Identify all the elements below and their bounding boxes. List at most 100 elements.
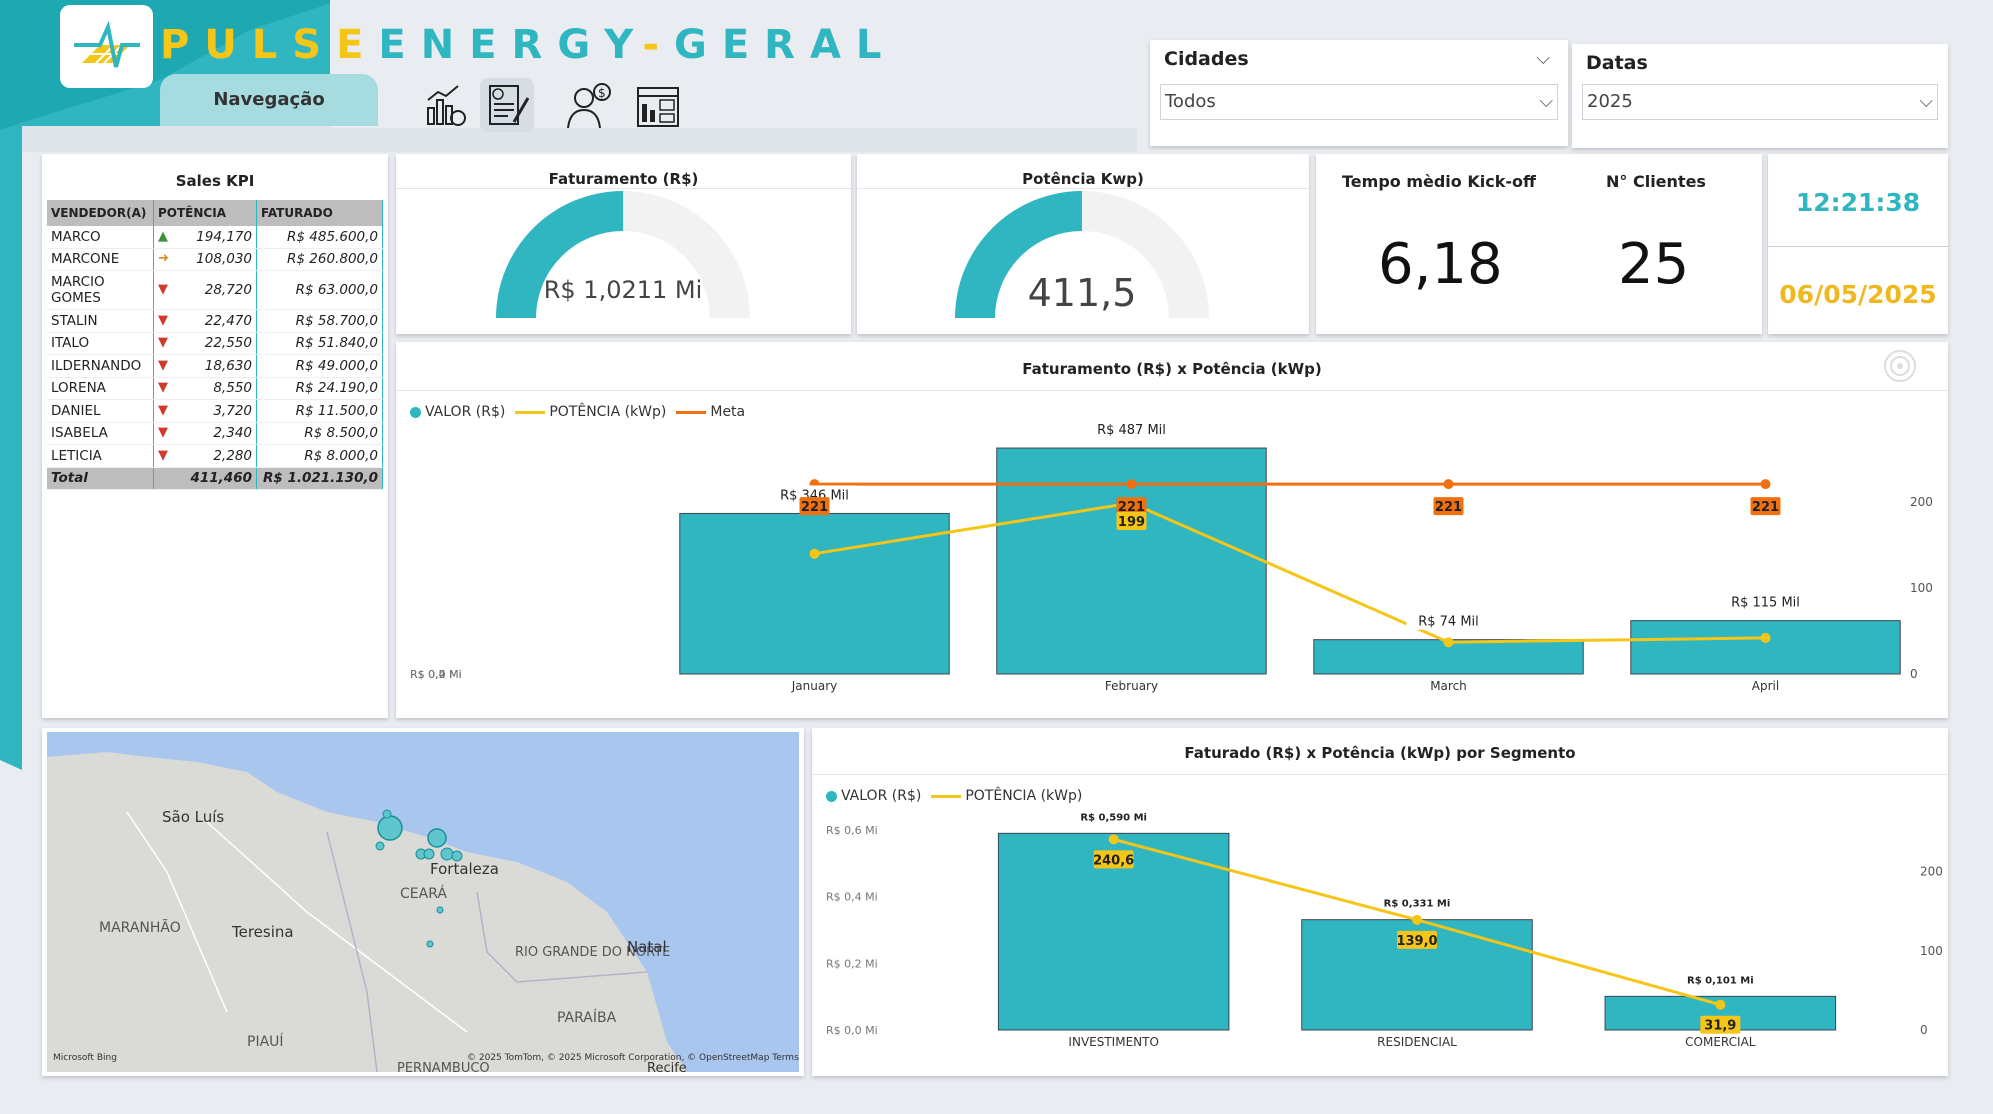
nav-button-person[interactable]: $ bbox=[562, 78, 616, 132]
y-axis-tick-label: R$ 0,4 Mi bbox=[410, 668, 462, 681]
gauge-potencia-chart: 411,5 bbox=[955, 191, 1209, 318]
nav-button-report[interactable] bbox=[632, 78, 686, 132]
potencia-value: 2,340 bbox=[213, 425, 252, 442]
column-header[interactable]: FATURADO bbox=[256, 200, 383, 226]
potencia-value: 22,470 bbox=[204, 312, 252, 329]
nav-button-document[interactable] bbox=[480, 78, 534, 132]
filter-cidades-select[interactable]: Todos ⌵ bbox=[1160, 84, 1558, 120]
map-label: Natal bbox=[627, 938, 667, 956]
map-label: MARANHÃO bbox=[99, 919, 181, 936]
trend-arrow-icon: ▼ bbox=[158, 357, 168, 373]
chevron-down-icon[interactable]: ⌵ bbox=[1536, 48, 1550, 69]
map-view[interactable]: São Luís Fortaleza CEARÁ MARANHÃO Teresi… bbox=[47, 732, 799, 1072]
potencia-cell: ▼ 2,340 bbox=[153, 422, 257, 445]
y-axis-tick-label: R$ 0,0 Mi bbox=[826, 1024, 878, 1037]
value-label: R$ 487 Mil bbox=[1097, 423, 1166, 438]
faturado-value: R$ 11.500,0 bbox=[256, 399, 383, 423]
table-row[interactable]: MARCIO GOMES ▼ 28,720 R$ 63.000,0 bbox=[47, 270, 383, 310]
table-row[interactable]: DANIEL ▼ 3,720 R$ 11.500,0 bbox=[47, 399, 383, 423]
chevron-down-icon: ⌵ bbox=[1539, 91, 1553, 112]
brand-pulse: PULSE bbox=[160, 22, 379, 68]
nav-tab[interactable]: Navegação bbox=[160, 74, 378, 126]
map-marker[interactable] bbox=[426, 940, 434, 948]
table-row[interactable]: MARCONE ➜ 108,030 R$ 260.800,0 bbox=[47, 248, 383, 271]
map-marker[interactable] bbox=[436, 906, 444, 914]
x-axis-tick-label: COMERCIAL bbox=[1685, 1035, 1756, 1049]
y-axis-tick-label: R$ 0,2 Mi bbox=[826, 957, 878, 970]
trend-arrow-icon: ▼ bbox=[158, 335, 168, 351]
potencia-label: 139,0 bbox=[1396, 934, 1437, 949]
potencia-point bbox=[1412, 914, 1422, 925]
filter-datas-select[interactable]: 2025 ⌵ bbox=[1582, 84, 1938, 120]
filter-cidades[interactable]: Cidades ⌵ Todos ⌵ bbox=[1150, 40, 1568, 146]
x-axis-tick-label: INVESTIMENTO bbox=[1068, 1035, 1158, 1049]
column-header[interactable]: VENDEDOR(A) bbox=[47, 200, 154, 226]
table-header-row: VENDEDOR(A) POTÊNCIA FATURADO bbox=[47, 200, 383, 226]
nav-button-chart[interactable] bbox=[420, 78, 474, 132]
table-row[interactable]: LORENA ▼ 8,550 R$ 24.190,0 bbox=[47, 377, 383, 400]
value-label: R$ 0,101 Mi bbox=[1687, 975, 1754, 986]
value-label: R$ 0,331 Mi bbox=[1384, 899, 1451, 910]
potencia-point bbox=[1760, 632, 1771, 643]
table-row[interactable]: MARCO ▲ 194,170 R$ 485.600,0 bbox=[47, 226, 383, 249]
table-row[interactable]: ILDERNANDO ▼ 18,630 R$ 49.000,0 bbox=[47, 354, 383, 378]
vendor-name: DANIEL bbox=[47, 399, 154, 423]
map-marker[interactable] bbox=[377, 815, 403, 841]
map-marker[interactable] bbox=[440, 847, 454, 861]
trend-arrow-icon: ▼ bbox=[158, 282, 168, 297]
filter-datas-title: Datas bbox=[1586, 52, 1648, 74]
report-icon bbox=[637, 87, 679, 127]
trend-arrow-icon: ▼ bbox=[158, 447, 168, 463]
clock-time: 12:21:38 bbox=[1795, 188, 1921, 217]
y2-axis-tick-label: 0 bbox=[1920, 1023, 1928, 1037]
potencia-cell: ➜ 108,030 bbox=[153, 248, 257, 271]
potencia-label: 31,9 bbox=[1704, 1019, 1736, 1034]
y2-axis-tick-label: 200 bbox=[1910, 495, 1933, 509]
y2-axis-tick-label: 100 bbox=[1920, 944, 1943, 958]
potencia-value: 3,720 bbox=[213, 402, 252, 419]
map-attribution[interactable]: © 2025 TomTom, © 2025 Microsoft Corporat… bbox=[467, 1053, 799, 1063]
map-marker[interactable] bbox=[427, 828, 447, 848]
value-label: R$ 115 Mil bbox=[1731, 596, 1800, 611]
column-header[interactable]: POTÊNCIA bbox=[153, 200, 257, 226]
sales-kpi-table: VENDEDOR(A) POTÊNCIA FATURADO MARCO ▲ 194,… bbox=[47, 200, 383, 490]
potencia-cell: ▼ 2,280 bbox=[153, 444, 257, 468]
sales-kpi-title: Sales KPI bbox=[175, 172, 255, 190]
map-marker[interactable] bbox=[382, 809, 392, 819]
filter-datas-value: 2025 bbox=[1587, 91, 1633, 112]
trend-arrow-icon: ▼ bbox=[158, 425, 168, 441]
x-axis-tick-label: February bbox=[1105, 679, 1158, 693]
table-row[interactable]: ISABELA ▼ 2,340 R$ 8.500,0 bbox=[47, 422, 383, 445]
clientes-title: N° Clientes bbox=[1606, 172, 1706, 191]
x-axis-tick-label: March bbox=[1430, 679, 1467, 693]
potencia-cell: ▼ 18,630 bbox=[153, 354, 257, 378]
total-potencia: 411,460 bbox=[153, 467, 257, 490]
map-marker[interactable] bbox=[375, 841, 385, 851]
map-marker[interactable] bbox=[423, 848, 435, 860]
map-card: São Luís Fortaleza CEARÁ MARANHÃO Teresi… bbox=[42, 728, 804, 1076]
meta-point bbox=[1760, 479, 1771, 490]
chart-segment-plot: R$ 0,0 Mi R$ 0,2 Mi R$ 0,4 Mi R$ 0,6 Mi 0 100… bbox=[826, 812, 1943, 1049]
bar bbox=[1630, 620, 1901, 675]
potencia-point bbox=[1443, 637, 1454, 648]
table-row[interactable]: ITALO ▼ 22,550 R$ 51.840,0 bbox=[47, 332, 383, 355]
y-axis-tick-label: R$ 0,4 Mi bbox=[826, 891, 878, 904]
vendor-name: MARCIO GOMES bbox=[47, 270, 154, 310]
gauge-potencia-value: 411,5 bbox=[1028, 271, 1137, 315]
x-axis-tick-label: RESIDENCIAL bbox=[1377, 1035, 1457, 1049]
faturado-value: R$ 8.500,0 bbox=[256, 422, 383, 445]
potencia-point bbox=[1715, 999, 1726, 1010]
vendor-name: ILDERNANDO bbox=[47, 354, 154, 378]
total-faturado: R$ 1.021.130,0 bbox=[256, 467, 383, 490]
meta-label: 221 bbox=[1752, 500, 1779, 515]
potencia-value: 18,630 bbox=[204, 357, 252, 374]
map-label: Fortaleza bbox=[430, 860, 499, 878]
gauge-potencia-card: Potência Kwp) 411,5 bbox=[857, 154, 1309, 334]
x-axis-tick-label: January bbox=[791, 679, 838, 693]
potencia-cell: ▼ 8,550 bbox=[153, 377, 257, 400]
table-row[interactable]: LETICIA ▼ 2,280 R$ 8.000,0 bbox=[47, 444, 383, 468]
table-row[interactable]: STALIN ▼ 22,470 R$ 58.700,0 bbox=[47, 309, 383, 333]
filter-datas[interactable]: Datas 2025 ⌵ bbox=[1572, 44, 1948, 148]
potencia-value: 22,550 bbox=[204, 335, 252, 352]
brand-geral: GERAL bbox=[674, 22, 897, 68]
